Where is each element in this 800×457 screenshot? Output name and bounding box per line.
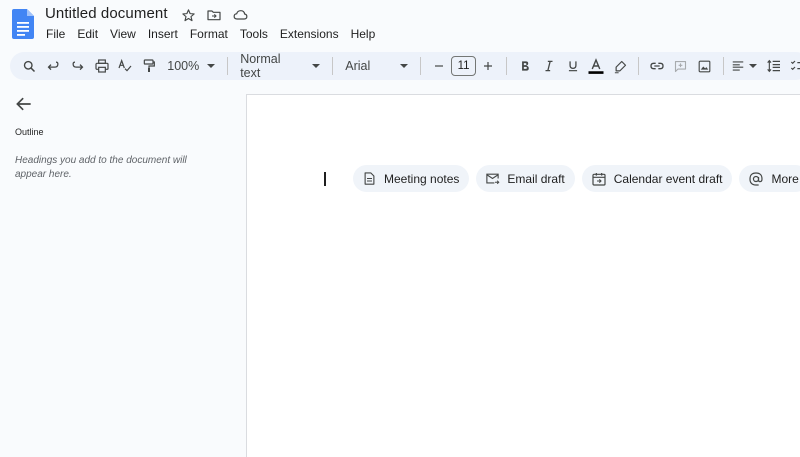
toolbar-divider (420, 57, 422, 75)
paragraph-style-value: Normal text (240, 52, 281, 80)
calendar-icon (592, 172, 606, 186)
document-icon (364, 172, 375, 185)
font-value: Arial (345, 59, 371, 73)
toolbar-divider (638, 57, 640, 75)
menu-view[interactable]: View (104, 26, 142, 42)
insert-image-icon[interactable] (693, 54, 717, 78)
menu-help[interactable]: Help (345, 26, 382, 42)
outline-empty-hint: Headings you add to the document will ap… (15, 155, 187, 180)
app-header: Untitled document File Edit View Insert … (0, 0, 800, 50)
cloud-status-icon[interactable] (231, 6, 249, 24)
italic-icon[interactable] (537, 54, 561, 78)
paint-format-icon[interactable] (137, 54, 161, 78)
menu-format[interactable]: Format (184, 26, 234, 42)
docs-logo-icon[interactable] (12, 9, 34, 39)
highlight-color-icon[interactable] (608, 54, 632, 78)
insert-link-icon[interactable] (645, 54, 669, 78)
chevron-down-icon (749, 64, 758, 68)
menu-extensions[interactable]: Extensions (274, 26, 345, 42)
font-select[interactable]: Arial (339, 59, 414, 73)
line-spacing-icon[interactable] (762, 54, 786, 78)
print-icon[interactable] (90, 54, 114, 78)
search-menus-icon[interactable] (18, 54, 42, 78)
more-chip[interactable]: More (739, 165, 800, 192)
menu-bar: File Edit View Insert Format Tools Exten… (40, 26, 381, 42)
zoom-select[interactable]: 100% (161, 59, 221, 73)
chevron-down-icon (312, 64, 321, 68)
building-block-chips: Meeting notes Email draft Calendar event… (353, 165, 800, 192)
font-size-input[interactable]: 11 (451, 56, 476, 76)
toolbar-divider (227, 57, 229, 75)
undo-icon[interactable] (42, 54, 66, 78)
star-icon[interactable] (179, 6, 197, 24)
formatting-toolbar: 100% Normal text Arial 11 (10, 52, 800, 80)
email-draft-chip[interactable]: Email draft (476, 165, 575, 192)
arrow-back-icon[interactable] (14, 94, 34, 114)
chevron-down-icon (400, 64, 409, 68)
menu-insert[interactable]: Insert (142, 26, 184, 42)
move-folder-icon[interactable] (205, 6, 223, 24)
zoom-value: 100% (167, 59, 200, 73)
spellcheck-icon[interactable] (114, 54, 138, 78)
align-select[interactable] (730, 54, 759, 78)
email-icon (486, 173, 500, 185)
toolbar-divider (722, 57, 724, 75)
text-color-icon[interactable] (584, 54, 608, 78)
chip-label: More (771, 171, 799, 186)
underline-icon[interactable] (561, 54, 585, 78)
paragraph-style-select[interactable]: Normal text (234, 52, 326, 80)
chip-label: Email draft (507, 171, 565, 186)
checklist-icon[interactable] (786, 54, 800, 78)
at-icon (749, 171, 764, 186)
menu-edit[interactable]: Edit (71, 26, 104, 42)
meeting-notes-chip[interactable]: Meeting notes (353, 165, 470, 192)
increase-font-size-icon[interactable] (476, 54, 500, 78)
align-left-icon (732, 61, 744, 71)
decrease-font-size-icon[interactable] (427, 54, 451, 78)
text-cursor (324, 172, 326, 186)
toolbar-divider (332, 57, 334, 75)
document-title[interactable]: Untitled document (45, 5, 168, 22)
outline-heading: Outline (15, 127, 44, 137)
menu-file[interactable]: File (40, 26, 71, 42)
document-page[interactable]: Meeting notes Email draft Calendar event… (246, 94, 800, 457)
bold-icon[interactable] (513, 54, 537, 78)
chip-label: Calendar event draft (613, 171, 723, 186)
chevron-down-icon (207, 64, 216, 68)
calendar-event-draft-chip[interactable]: Calendar event draft (581, 165, 733, 192)
menu-tools[interactable]: Tools (234, 26, 274, 42)
add-comment-icon[interactable] (669, 54, 693, 78)
document-outline-panel: Outline Headings you add to the document… (0, 94, 246, 457)
toolbar-divider (505, 57, 507, 75)
chip-label: Meeting notes (384, 171, 460, 186)
redo-icon[interactable] (66, 54, 90, 78)
